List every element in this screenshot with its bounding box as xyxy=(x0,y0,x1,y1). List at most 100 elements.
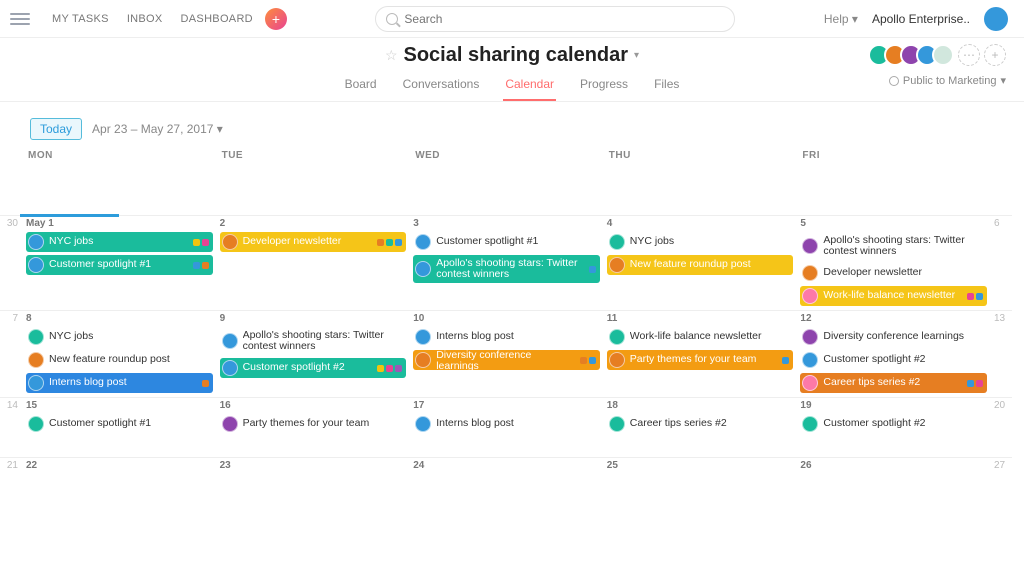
task-card[interactable]: Diversity conference learnings xyxy=(413,350,600,370)
day-cell[interactable]: 9Apollo's shooting stars: Twitter contes… xyxy=(216,310,410,397)
day-cell[interactable]: 15Customer spotlight #1 xyxy=(22,397,216,457)
day-number: 19 xyxy=(800,400,987,411)
day-cell[interactable]: 4 NYC jobs New feature roundup post xyxy=(603,215,797,310)
day-cell[interactable] xyxy=(22,165,216,215)
nav-my-tasks[interactable]: MY TASKS xyxy=(52,13,109,25)
task-card[interactable]: Customer spotlight #2 xyxy=(800,414,987,434)
task-tags xyxy=(377,365,402,372)
day-cell[interactable]: 17Interns blog post xyxy=(409,397,603,457)
tab-progress[interactable]: Progress xyxy=(578,73,630,101)
search-input[interactable] xyxy=(404,12,724,26)
task-card[interactable]: Customer spotlight #2 xyxy=(800,350,987,370)
task-card[interactable]: Diversity conference learnings xyxy=(800,327,987,347)
day-number: 4 xyxy=(607,218,794,229)
assignee-avatar xyxy=(222,333,238,349)
day-cell[interactable]: 3Customer spotlight #1Apollo's shooting … xyxy=(409,215,603,310)
day-cell[interactable]: 10Interns blog postDiversity conference … xyxy=(409,310,603,397)
day-cell[interactable] xyxy=(603,165,797,215)
task-card[interactable]: Party themes for your team xyxy=(607,350,794,370)
tab-board[interactable]: Board xyxy=(343,73,379,101)
week-gutter-right: 6 xyxy=(990,215,1012,310)
day-cell[interactable]: 18Career tips series #2 xyxy=(603,397,797,457)
day-cell[interactable] xyxy=(216,165,410,215)
star-icon[interactable]: ☆ xyxy=(385,47,398,64)
day-cell[interactable]: 11Work-life balance newsletterParty them… xyxy=(603,310,797,397)
task-card[interactable]: Party themes for your team xyxy=(220,414,407,434)
add-member-button[interactable]: + xyxy=(984,44,1006,66)
task-card[interactable]: Developer newsletter xyxy=(220,232,407,252)
org-name[interactable]: Apollo Enterprise.. xyxy=(872,12,970,26)
assignee-avatar xyxy=(802,265,818,281)
menu-icon[interactable] xyxy=(10,10,30,28)
task-card[interactable]: Apollo's shooting stars: Twitter contest… xyxy=(413,255,600,283)
day-cell[interactable]: 2 Developer newsletter xyxy=(216,215,410,310)
task-title: Work-life balance newsletter xyxy=(630,331,790,342)
search-icon xyxy=(386,13,398,25)
day-cell[interactable] xyxy=(409,165,603,215)
task-card[interactable]: Customer spotlight #1 xyxy=(413,232,600,252)
day-cell[interactable]: 24 xyxy=(409,457,603,517)
task-card[interactable]: Career tips series #2 xyxy=(800,373,987,393)
nav-dashboard[interactable]: DASHBOARD xyxy=(181,13,253,25)
day-cell[interactable]: 12Diversity conference learningsCustomer… xyxy=(796,310,990,397)
task-title: Interns blog post xyxy=(436,331,596,342)
task-card[interactable]: NYC jobs xyxy=(607,232,794,252)
task-card[interactable]: Interns blog post xyxy=(413,414,600,434)
assignee-avatar xyxy=(415,234,431,250)
day-cell[interactable]: 26 xyxy=(796,457,990,517)
nav-inbox[interactable]: INBOX xyxy=(127,13,163,25)
task-tags xyxy=(193,239,209,246)
user-avatar[interactable] xyxy=(984,7,1008,31)
task-title: Interns blog post xyxy=(436,418,596,429)
day-cell[interactable] xyxy=(796,165,990,215)
task-card[interactable]: Interns blog post xyxy=(413,327,600,347)
search-field[interactable] xyxy=(375,6,735,32)
task-card[interactable]: Work-life balance newsletter xyxy=(800,286,987,306)
task-card[interactable]: NYC jobs xyxy=(26,232,213,252)
task-title: NYC jobs xyxy=(630,236,790,247)
assignee-avatar xyxy=(415,352,431,368)
day-cell[interactable]: 8NYC jobsNew feature roundup postInterns… xyxy=(22,310,216,397)
task-card[interactable]: Career tips series #2 xyxy=(607,414,794,434)
task-card[interactable]: Interns blog post xyxy=(26,373,213,393)
task-card[interactable]: Developer newsletter xyxy=(800,263,987,283)
tab-files[interactable]: Files xyxy=(652,73,681,101)
task-tags xyxy=(377,239,402,246)
day-cell[interactable]: 19 Customer spotlight #2 xyxy=(796,397,990,457)
assignee-avatar xyxy=(28,329,44,345)
task-card[interactable]: NYC jobs xyxy=(26,327,213,347)
day-number: May 1 xyxy=(26,218,213,229)
task-card[interactable]: New feature roundup post xyxy=(26,350,213,370)
day-cell[interactable]: 16Party themes for your team xyxy=(216,397,410,457)
member-more-button[interactable]: ⋯ xyxy=(958,44,980,66)
assignee-avatar xyxy=(222,234,238,250)
help-link[interactable]: Help ▾ xyxy=(824,12,858,26)
task-card[interactable]: Work-life balance newsletter xyxy=(607,327,794,347)
day-cell[interactable]: 22 xyxy=(22,457,216,517)
task-title: Diversity conference learnings xyxy=(823,331,983,342)
tab-calendar[interactable]: Calendar xyxy=(503,73,556,101)
day-cell[interactable]: May 1 NYC jobs Customer spotlight #1 xyxy=(22,215,216,310)
assignee-avatar xyxy=(28,352,44,368)
day-number: 2 xyxy=(220,218,407,229)
create-button[interactable]: + xyxy=(265,8,287,30)
date-range-picker[interactable]: Apr 23 – May 27, 2017 ▾ xyxy=(92,122,223,136)
task-card[interactable]: Customer spotlight #1 xyxy=(26,414,213,434)
day-number: 25 xyxy=(607,460,794,471)
share-settings[interactable]: Public to Marketing ▾ xyxy=(889,74,1006,87)
dow-mon: MON xyxy=(22,150,216,165)
assignee-avatar xyxy=(609,234,625,250)
task-card[interactable]: Apollo's shooting stars: Twitter contest… xyxy=(800,232,987,260)
day-cell[interactable]: 23 xyxy=(216,457,410,517)
task-card[interactable]: Apollo's shooting stars: Twitter contest… xyxy=(220,327,407,355)
assignee-avatar xyxy=(802,375,818,391)
today-button[interactable]: Today xyxy=(30,118,82,140)
task-card[interactable]: Customer spotlight #1 xyxy=(26,255,213,275)
tab-conversations[interactable]: Conversations xyxy=(401,73,482,101)
task-card[interactable]: New feature roundup post xyxy=(607,255,794,275)
project-members[interactable]: ⋯ + xyxy=(874,44,1006,66)
day-cell[interactable]: 5Apollo's shooting stars: Twitter contes… xyxy=(796,215,990,310)
task-card[interactable]: Customer spotlight #2 xyxy=(220,358,407,378)
project-menu-caret[interactable]: ▾ xyxy=(634,50,639,61)
day-cell[interactable]: 25 xyxy=(603,457,797,517)
